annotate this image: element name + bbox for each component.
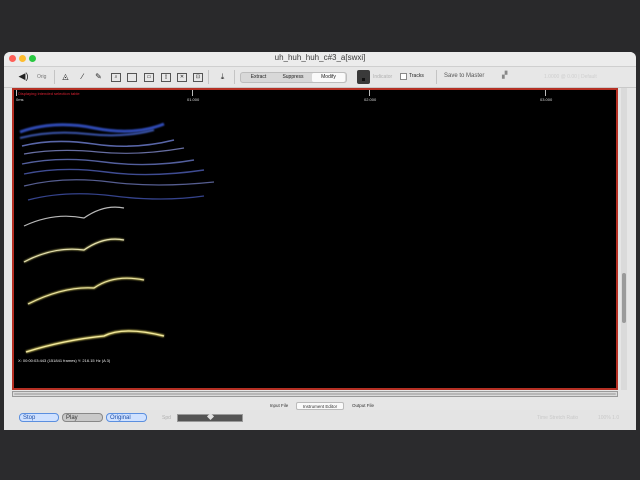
lasso-tool-icon[interactable]: ⌕ <box>111 73 121 82</box>
toolbar-divider <box>234 70 235 84</box>
vertical-scrollbar[interactable] <box>621 88 627 390</box>
time-tick <box>192 90 193 96</box>
rect-select-icon[interactable] <box>127 73 137 82</box>
time-select-icon[interactable]: ▯ <box>161 73 171 82</box>
horizontal-scroll-thumb[interactable] <box>14 393 616 395</box>
brush-tool-icon[interactable]: ∕ <box>77 71 88 82</box>
horizontal-scrollbar[interactable] <box>12 391 618 397</box>
harmonic-select-icon[interactable]: ✕ <box>177 73 187 82</box>
toolbar-divider <box>54 70 55 84</box>
mode-segmented-control: Extract Suppress Modify <box>240 72 347 83</box>
tab-instrument-editor[interactable]: Instrument Editor <box>296 402 344 410</box>
window-title: uh_huh_huh_c#3_a[swxi] <box>274 53 366 62</box>
toolbar: ◀) Orig ◬ ∕ ✎ ⌕ ▭ ▯ ✕ ⊡ ⤓ Extract Suppre… <box>4 67 636 88</box>
toolbar-divider <box>208 70 209 84</box>
tracks-checkbox[interactable] <box>400 73 407 80</box>
desktop-backdrop <box>0 0 640 52</box>
stretch-ratio-value: 100% 1.0 <box>598 415 620 421</box>
indicator-label: Indicator <box>373 74 393 80</box>
color-swatch[interactable] <box>357 70 370 84</box>
stretch-ratio-label: Time Stretch Ratio <box>537 415 579 421</box>
transport-bar: Stop Play Original Spd Time Stretch Rati… <box>4 410 636 430</box>
vertical-scroll-thumb[interactable] <box>622 273 626 323</box>
time-tick <box>16 90 17 96</box>
freq-select-icon[interactable]: ▭ <box>144 73 154 82</box>
time-tick-label: 02.000 <box>364 97 377 102</box>
modify-button[interactable]: Modify <box>312 73 345 82</box>
playback-speed-slider[interactable] <box>177 412 243 422</box>
spectrogram-graphic <box>19 122 215 354</box>
time-tick-label: 01.000 <box>187 97 200 102</box>
time-tick-label: 03.000 <box>540 97 553 102</box>
time-tick-label: 0ms <box>16 97 24 102</box>
suppress-button[interactable]: Suppress <box>276 73 310 82</box>
bar-chart-icon[interactable]: ▞ <box>502 72 510 80</box>
save-to-master-button[interactable]: Save to Master <box>444 73 484 79</box>
extract-button[interactable]: Extract <box>242 73 275 82</box>
tab-output-file[interactable]: Output File <box>347 402 379 410</box>
status-ghost-text: 1.0000 @ 0.00 | Default <box>544 74 597 80</box>
slider-knob[interactable] <box>206 412 215 421</box>
time-tick <box>545 90 546 96</box>
tracks-label: Tracks <box>409 73 424 79</box>
pen-tool-icon[interactable]: ✎ <box>93 71 104 82</box>
stop-button[interactable]: Stop <box>19 413 59 422</box>
time-tick <box>369 90 370 96</box>
title-bar: uh_huh_huh_c#3_a[swxi] <box>4 52 636 67</box>
orig-label[interactable]: Orig <box>37 74 46 80</box>
app-window: uh_huh_huh_c#3_a[swxi] ◀) Orig ◬ ∕ ✎ ⌕ ▭… <box>4 52 636 430</box>
toolbar-divider <box>436 70 437 84</box>
tab-input-file[interactable]: Input File <box>264 402 294 410</box>
speaker-icon[interactable]: ◀) <box>18 71 29 82</box>
play-button[interactable]: Play <box>62 413 103 422</box>
speed-label: Spd <box>162 415 171 421</box>
spectrogram-canvas[interactable]: 0ms 01.000 02.000 03.000 Displaying inte… <box>12 88 618 390</box>
original-button[interactable]: Original <box>106 413 147 422</box>
select-tool-icon[interactable]: ◬ <box>60 71 71 82</box>
download-icon[interactable]: ⤓ <box>217 71 228 82</box>
cursor-readout: X: 00:00:03:443 (151841 frames) Y: 216.1… <box>18 358 111 363</box>
selection-status-text: Displaying intended selection table <box>18 91 80 96</box>
zoom-select-icon[interactable]: ⊡ <box>193 73 203 82</box>
